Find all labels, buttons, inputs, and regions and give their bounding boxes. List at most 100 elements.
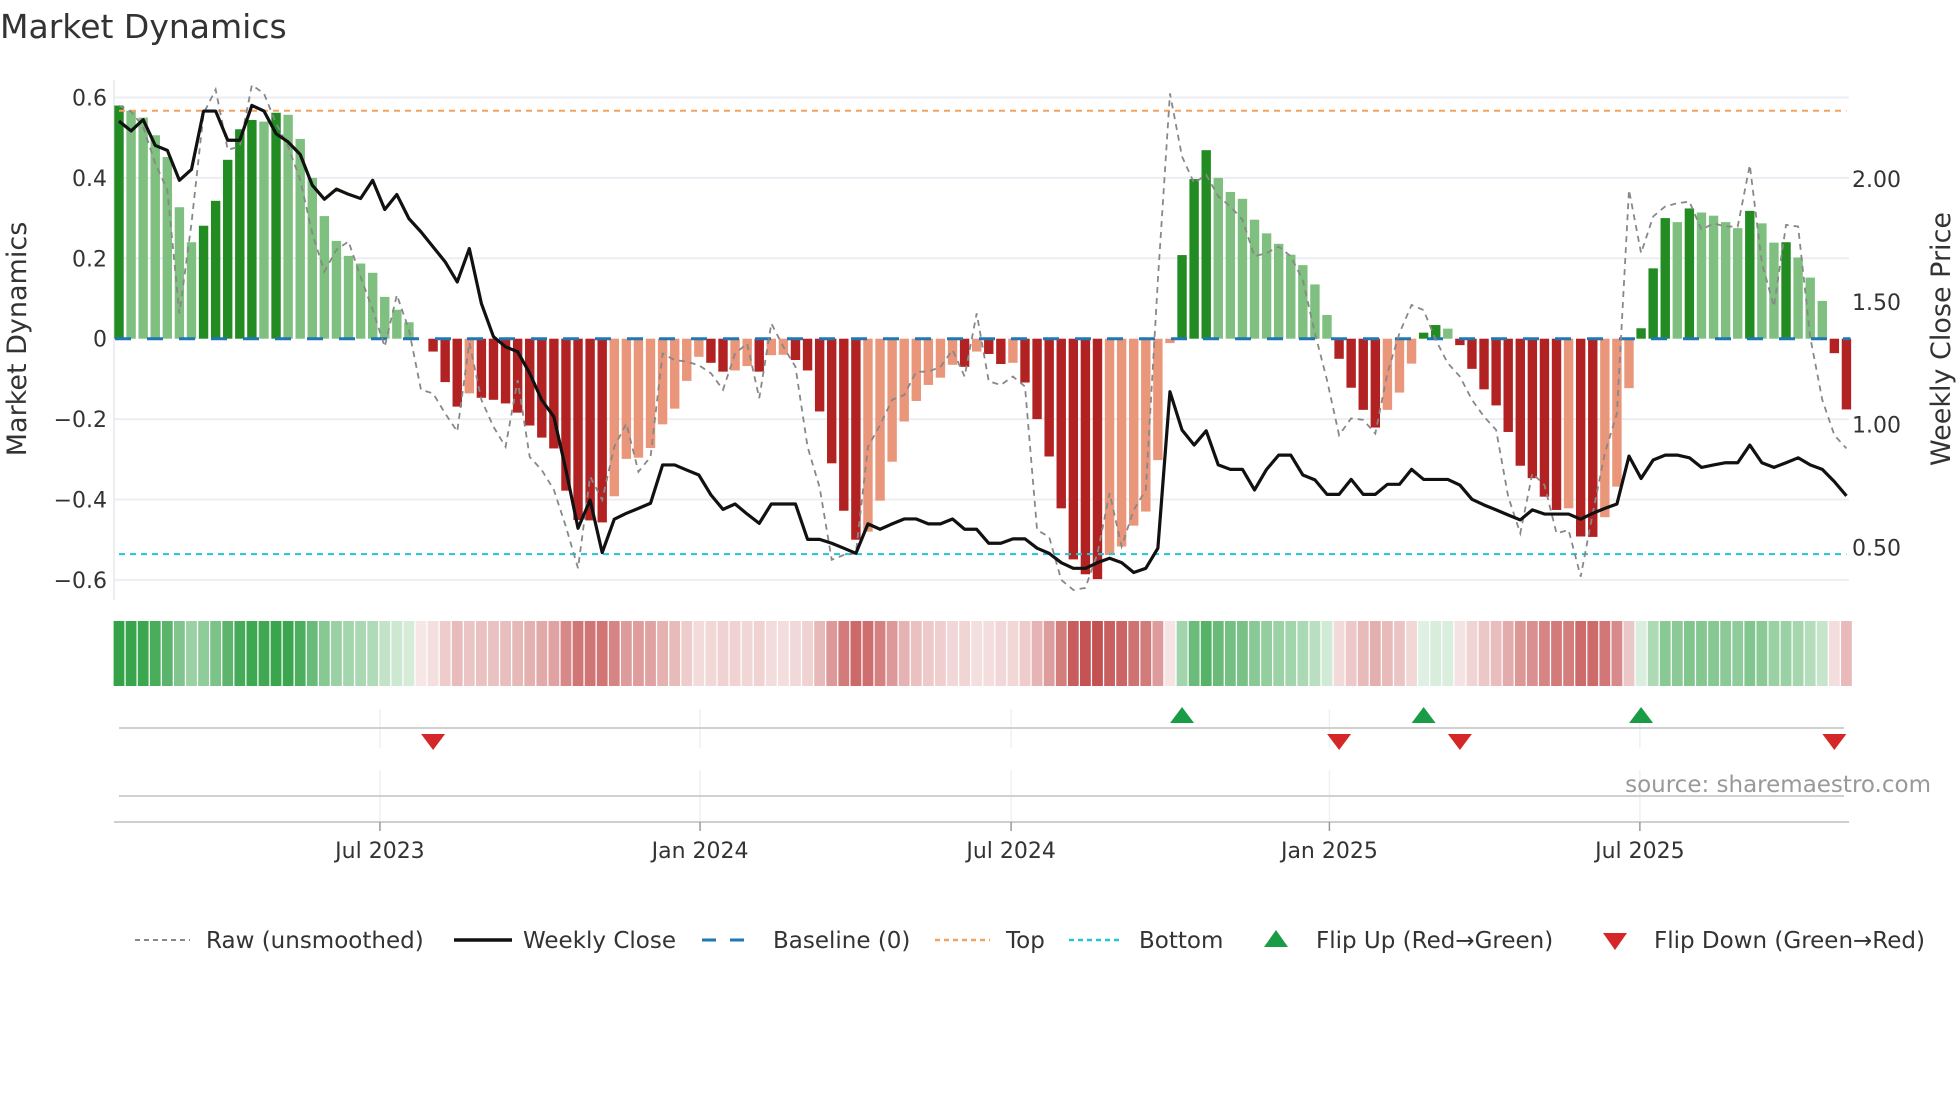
strip-cell: [1466, 621, 1478, 686]
strip-cell: [657, 621, 668, 686]
strip-cell: [367, 621, 379, 686]
legend: Raw (unsmoothed) Weekly Close Baseline (…: [135, 928, 1925, 954]
bar: [1600, 338, 1610, 518]
bar: [863, 338, 873, 532]
bar: [1467, 338, 1477, 369]
bar: [1189, 179, 1199, 339]
strip-cell: [1454, 621, 1466, 686]
strip-cell: [234, 621, 246, 686]
legend-item-flip-up: Flip Up (Red→Green): [1264, 928, 1553, 954]
strip-cell: [1128, 621, 1140, 686]
strip-cell: [1261, 621, 1272, 686]
bar: [1261, 233, 1272, 339]
bar: [1805, 277, 1815, 339]
strip-cell: [693, 621, 705, 686]
strip-cell: [1031, 621, 1043, 686]
bar: [633, 338, 644, 458]
legend-label: Flip Down (Green→Red): [1654, 928, 1925, 954]
strip-cell: [814, 621, 826, 686]
strip-cell: [403, 621, 415, 686]
bar: [1116, 338, 1127, 547]
bar: [1503, 338, 1513, 432]
y-tick-label: −0.6: [54, 569, 107, 594]
bar: [1829, 338, 1840, 354]
bar: [1213, 177, 1223, 339]
strip-cell: [741, 621, 753, 686]
bar: [259, 121, 269, 339]
bar: [235, 129, 245, 339]
bar: [1431, 325, 1441, 339]
strip-cell: [1478, 621, 1490, 686]
strip-cell: [1309, 621, 1321, 686]
strip-cell: [1526, 621, 1538, 686]
strip-cell: [1080, 621, 1091, 686]
bar: [1177, 255, 1187, 339]
bar: [1044, 338, 1054, 457]
bar: [1720, 222, 1731, 339]
strip-cell: [1055, 621, 1067, 686]
strip-cell: [1623, 621, 1635, 686]
strip-cell: [113, 621, 125, 686]
right-axis-title: Weekly Close Price: [1926, 212, 1957, 466]
strip-cell: [463, 621, 475, 686]
strip-cell: [560, 621, 572, 686]
bar: [1443, 328, 1453, 339]
bar: [476, 338, 487, 398]
strip-cell: [1116, 621, 1128, 686]
legend-label: Bottom: [1139, 928, 1223, 954]
legend-item-top: Top: [935, 928, 1045, 954]
strip-cell: [476, 621, 487, 686]
bar: [1334, 338, 1344, 359]
bar: [1201, 150, 1211, 339]
bar: [1636, 328, 1646, 339]
bar: [682, 338, 692, 381]
strip-cell: [838, 621, 850, 686]
bar: [162, 156, 173, 339]
strip-cell: [500, 621, 511, 686]
bar: [790, 338, 801, 361]
strip-cell: [149, 621, 161, 686]
bar: [307, 177, 317, 339]
market-dynamics-chart: Market Dynamics 0.6 0.4 0.2 0 −0.2 −0.4 −0.6 2…: [0, 7, 1957, 954]
bar: [319, 216, 330, 339]
strip-cell: [778, 621, 789, 686]
strip-cell: [1841, 621, 1852, 686]
strip-cell: [1406, 621, 1417, 686]
strip-cell: [802, 621, 813, 686]
strip-cell: [1249, 621, 1260, 686]
strip-cell: [548, 621, 560, 686]
strip-cell: [1502, 621, 1514, 686]
strip-cell: [1551, 621, 1562, 686]
source-label: source: sharemaestro.com: [1625, 772, 1931, 798]
strip-cell: [922, 621, 934, 686]
strip-cell: [1684, 621, 1695, 686]
strip-cell: [1611, 621, 1623, 686]
strip-cell: [729, 621, 741, 686]
bar: [1020, 338, 1030, 383]
bar: [1225, 191, 1236, 339]
bar: [1286, 254, 1296, 339]
strip-cell: [1043, 621, 1055, 686]
strip-cell: [633, 621, 644, 686]
bar: [271, 112, 281, 339]
bar: [1479, 338, 1489, 390]
bar: [247, 120, 257, 339]
strip-cell: [1756, 621, 1768, 686]
bar: [1104, 338, 1115, 555]
bar: [706, 338, 716, 363]
strip-cell: [1092, 621, 1103, 686]
strip-cell: [246, 621, 258, 686]
bar: [1563, 338, 1574, 509]
strip-cell: [1104, 621, 1115, 686]
strip-cell: [1599, 621, 1611, 686]
legend-item-close: Weekly Close: [454, 928, 676, 954]
strip-cell: [488, 621, 499, 686]
legend-label: Raw (unsmoothed): [206, 928, 424, 954]
strip-cell: [1696, 621, 1707, 686]
strip-cell: [1539, 621, 1550, 686]
bar: [1322, 314, 1332, 339]
strip-cell: [1828, 621, 1840, 686]
strip-cell: [669, 621, 681, 686]
strip-cell: [765, 621, 777, 686]
strip-cell: [1816, 621, 1828, 686]
